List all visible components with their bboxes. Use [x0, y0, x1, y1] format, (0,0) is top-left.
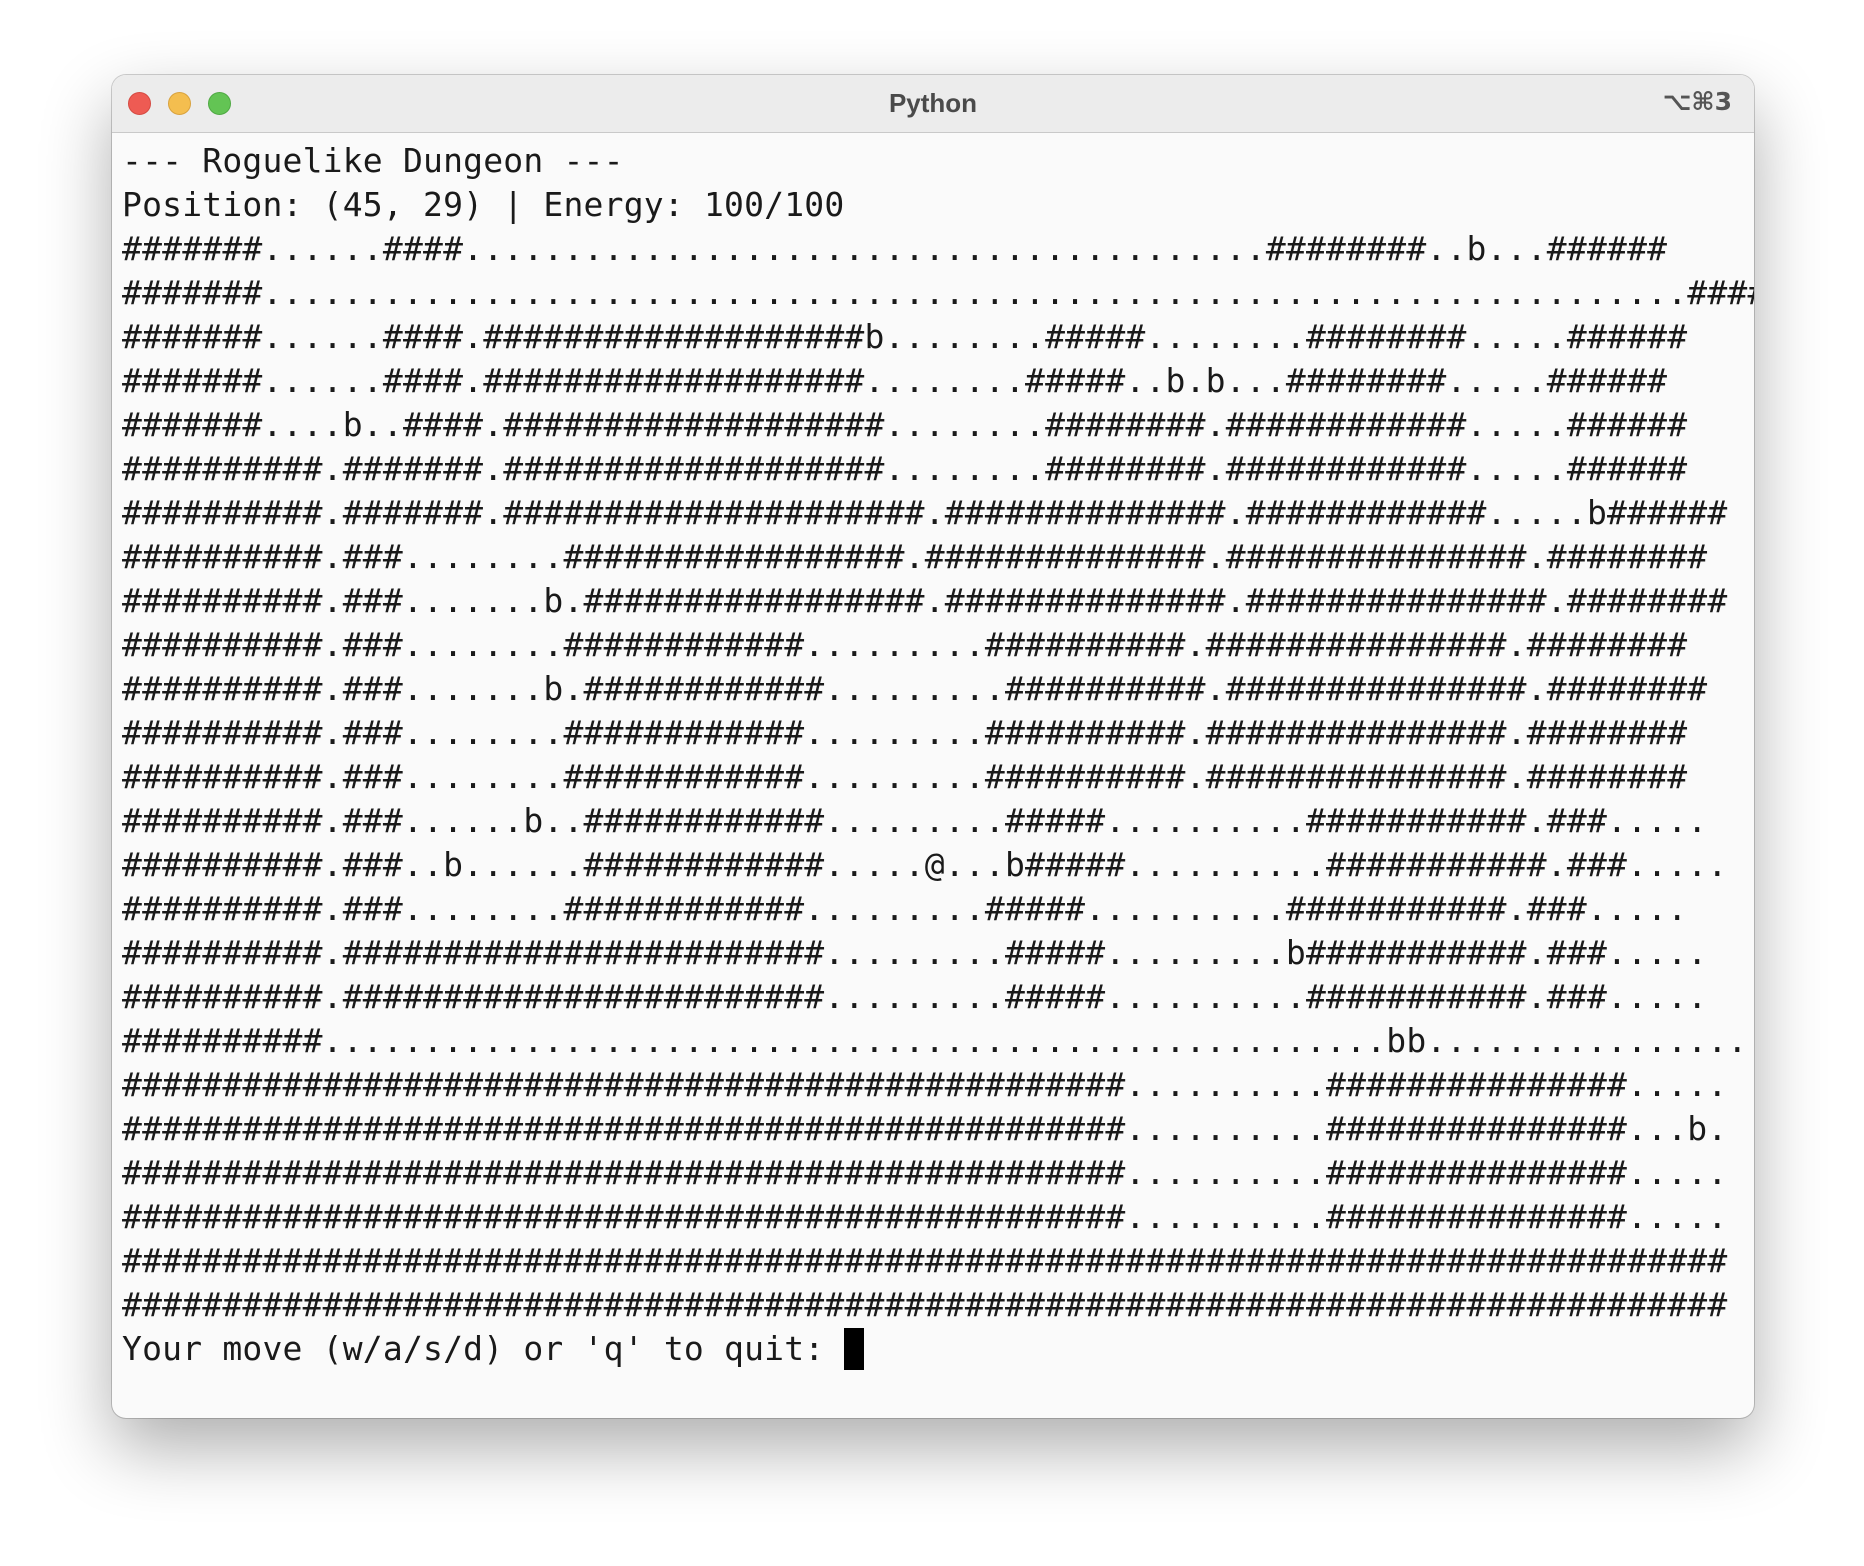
- map-row: ##########.########################.....…: [122, 933, 1708, 972]
- map-row: ########################################…: [122, 1109, 1728, 1148]
- map-row: ##########.###........############......…: [122, 713, 1688, 752]
- map-row: #######....b..####.###################..…: [122, 405, 1688, 444]
- map-row: ########################################…: [122, 1197, 1728, 1236]
- map-row: ########################################…: [122, 1241, 1728, 1280]
- map-row: ##########.###.......b.############.....…: [122, 669, 1708, 708]
- status-line: Position: (45, 29) | Energy: 100/100: [122, 185, 845, 224]
- map-row: ##########.###..b......############.....…: [122, 845, 1728, 884]
- map-row: ##########.#######.###################..…: [122, 449, 1688, 488]
- terminal-window: Python ⌥⌘3 --- Roguelike Dungeon --- Pos…: [112, 75, 1754, 1418]
- map-row: ##########.###........############......…: [122, 889, 1688, 928]
- map-row: ########################################…: [122, 1065, 1728, 1104]
- map-row: ##########.########################.....…: [122, 977, 1708, 1016]
- map-row: #######......####.###################...…: [122, 361, 1668, 400]
- input-line[interactable]: Your move (w/a/s/d) or 'q' to quit:: [122, 1327, 1754, 1371]
- map-row: ##########.###........#################.…: [122, 537, 1708, 576]
- window-title: Python: [888, 88, 978, 118]
- map-row: ##########.###........############......…: [122, 757, 1688, 796]
- terminal-output[interactable]: --- Roguelike Dungeon --- Position: (45,…: [122, 139, 1754, 1418]
- map-row: ##########.###........############......…: [122, 625, 1688, 664]
- window-shortcut: ⌥⌘3: [1662, 87, 1732, 116]
- map-row: ##########..............................…: [122, 1021, 1754, 1060]
- map-row: ########################################…: [122, 1285, 1728, 1324]
- map-row: ########################################…: [122, 1153, 1728, 1192]
- dungeon-map: #######......####.......................…: [122, 227, 1754, 1327]
- game-header: --- Roguelike Dungeon ---: [122, 141, 624, 180]
- move-prompt: Your move (w/a/s/d) or 'q' to quit:: [122, 1329, 845, 1368]
- map-row: #######......####.......................…: [122, 229, 1668, 268]
- map-row: ##########.#######.#####################…: [122, 493, 1728, 532]
- title-bar: Python ⌥⌘3: [112, 75, 1754, 133]
- map-row: ##########.###.......b.#################…: [122, 581, 1728, 620]
- map-row: #######.................................…: [122, 273, 1754, 312]
- text-cursor: [844, 1328, 865, 1370]
- map-row: #######......####.###################b..…: [122, 317, 1688, 356]
- map-row: ##########.###......b..############.....…: [122, 801, 1708, 840]
